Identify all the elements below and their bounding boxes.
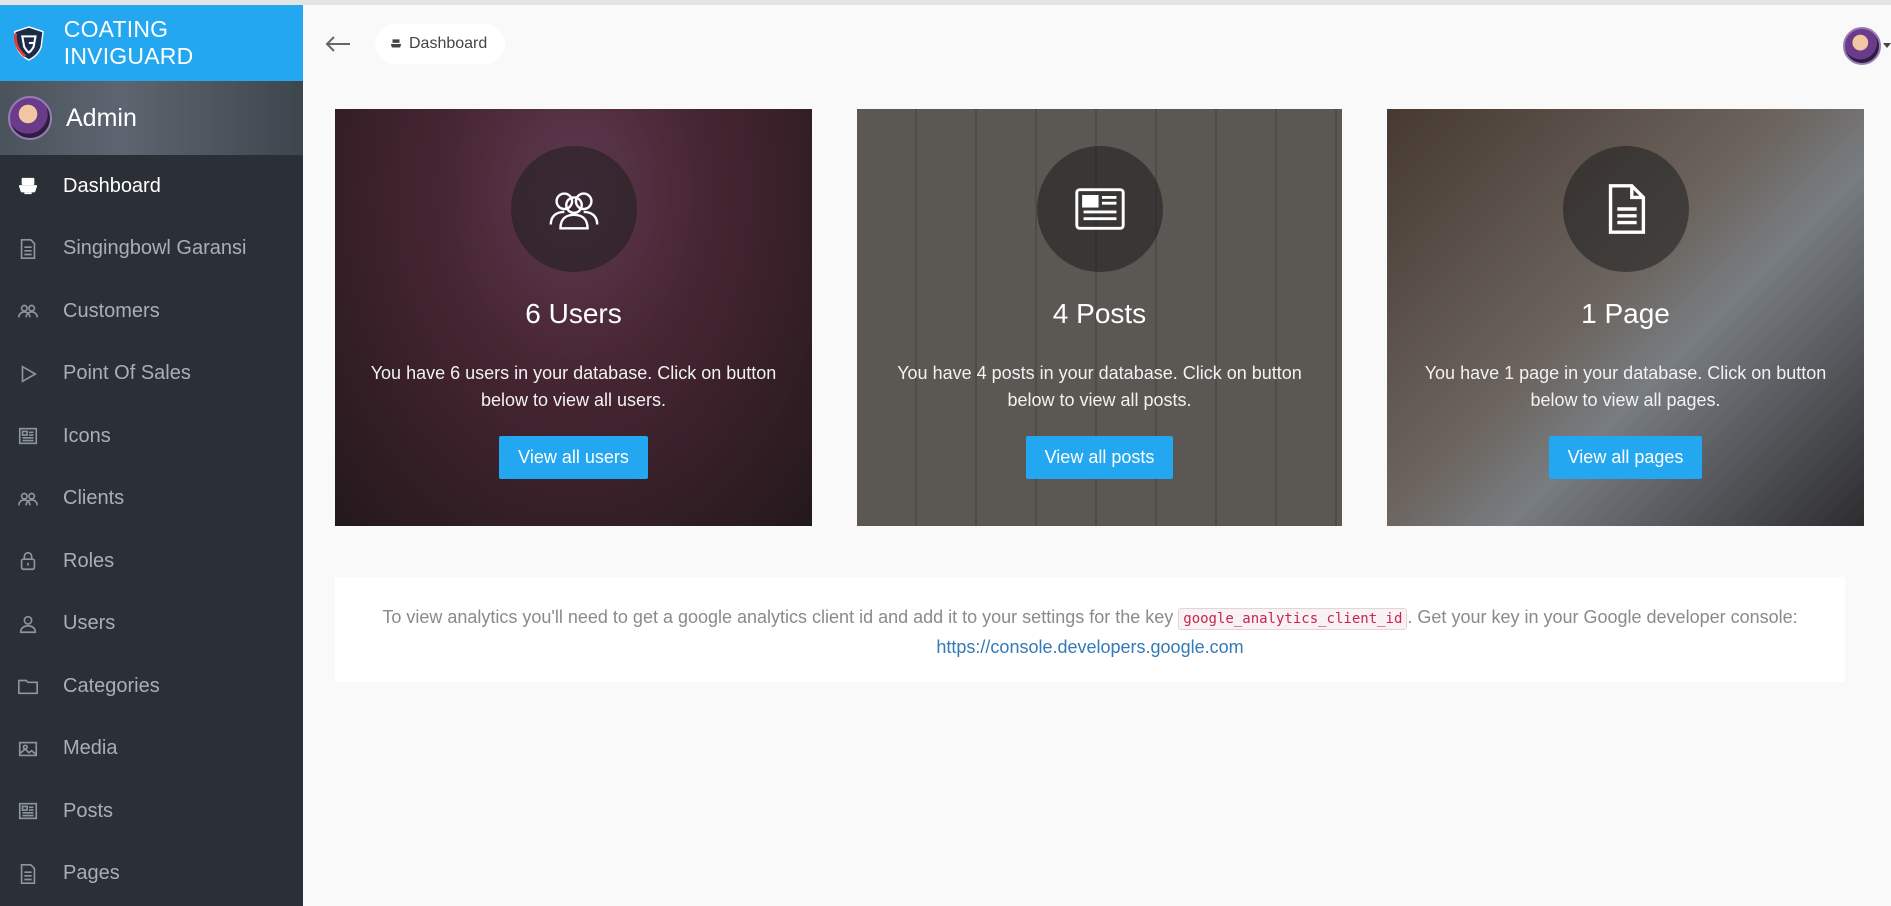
- pages-card: 1 Page You have 1 page in your database.…: [1387, 109, 1864, 526]
- users-card: 6 Users You have 6 users in your databas…: [335, 109, 812, 526]
- sidebar-item-users[interactable]: Users: [0, 593, 303, 656]
- sidebar-item-roles[interactable]: Roles: [0, 530, 303, 593]
- card-title: 4 Posts: [1052, 298, 1147, 329]
- sidebar-item-customers[interactable]: Customers: [0, 280, 303, 343]
- breadcrumb-label: Dashboard: [409, 35, 488, 52]
- card-description: You have 1 page in your database. Click …: [1424, 363, 1827, 410]
- news-icon: [1036, 146, 1163, 272]
- sidebar-item-media[interactable]: Media: [0, 718, 303, 781]
- posts-card: 4 Posts You have 4 posts in your databas…: [857, 109, 1342, 526]
- sidebar-item-pages[interactable]: Pages: [0, 843, 303, 906]
- admin-avatar: [8, 96, 52, 140]
- sidebar-item-categories[interactable]: Categories: [0, 655, 303, 718]
- view-all-posts-button[interactable]: View all posts: [1025, 436, 1174, 479]
- sidebar-item-label: Clients: [63, 487, 125, 510]
- people-icon: [510, 146, 637, 272]
- sidebar-nav: Dashboard Singingbowl Garansi Customers …: [0, 155, 303, 905]
- analytics-key-code: google_analytics_client_id: [1178, 608, 1408, 630]
- sidebar-item-singingbowl-garansi[interactable]: Singingbowl Garansi: [0, 218, 303, 281]
- card-title: 6 Users: [525, 298, 622, 329]
- sidebar-item-label: Icons: [63, 424, 111, 447]
- analytics-text: To view analytics you'll need to get a g…: [382, 607, 1179, 627]
- brand-bar[interactable]: COATING INVIGUARD: [0, 5, 303, 81]
- person-icon: [16, 612, 40, 636]
- play-icon: [16, 362, 40, 386]
- card-title: 1 Page: [1581, 298, 1670, 329]
- sidebar-item-icons[interactable]: Icons: [0, 405, 303, 468]
- analytics-notice: To view analytics you'll need to get a g…: [335, 577, 1845, 682]
- news-icon: [16, 799, 40, 823]
- sidebar-item-label: Posts: [63, 799, 114, 822]
- people-icon: [16, 487, 40, 511]
- sidebar-item-label: Dashboard: [63, 174, 161, 197]
- admin-profile[interactable]: Admin: [0, 81, 303, 155]
- sidebar-item-label: Media: [63, 737, 118, 760]
- sidebar-item-label: Singingbowl Garansi: [63, 237, 247, 260]
- google-console-link[interactable]: https://console.developers.google.com: [936, 637, 1243, 657]
- sidebar-item-clients[interactable]: Clients: [0, 468, 303, 531]
- sidebar: COATING INVIGUARD Admin Dashboard Singin…: [0, 5, 303, 906]
- card-description: You have 4 posts in your database. Click…: [897, 363, 1302, 410]
- boat-icon: [390, 39, 402, 48]
- lock-icon: [16, 549, 40, 573]
- images-icon: [16, 737, 40, 761]
- view-all-users-button[interactable]: View all users: [499, 436, 648, 479]
- document-icon: [1562, 146, 1689, 272]
- view-all-pages-button[interactable]: View all pages: [1548, 436, 1703, 479]
- news-icon: [16, 424, 40, 448]
- sidebar-item-posts[interactable]: Posts: [0, 780, 303, 843]
- brand-name: COATING INVIGUARD: [63, 16, 194, 69]
- folder-icon: [16, 674, 40, 698]
- breadcrumb[interactable]: Dashboard: [375, 24, 506, 64]
- caret-down-icon[interactable]: [1883, 43, 1891, 48]
- arrow-left-icon: [325, 36, 350, 52]
- card-description: You have 6 users in your database. Click…: [370, 363, 777, 410]
- people-icon: [16, 299, 40, 323]
- sidebar-item-label: Users: [63, 612, 116, 635]
- boat-icon: [16, 174, 40, 198]
- user-avatar[interactable]: [1843, 27, 1881, 65]
- sidebar-item-label: Point Of Sales: [63, 362, 191, 385]
- top-header: Dashboard: [303, 5, 1891, 81]
- document-icon: [16, 862, 40, 886]
- sidebar-item-label: Pages: [63, 862, 120, 885]
- analytics-text-after: . Get your key in your Google developer …: [1407, 607, 1798, 627]
- sidebar-item-label: Categories: [63, 674, 160, 697]
- sidebar-item-point-of-sales[interactable]: Point Of Sales: [0, 343, 303, 406]
- document-icon: [16, 237, 40, 261]
- admin-name: Admin: [66, 103, 137, 132]
- sidebar-item-label: Customers: [63, 299, 160, 322]
- sidebar-item-dashboard[interactable]: Dashboard: [0, 155, 303, 218]
- back-button[interactable]: [323, 29, 353, 59]
- sidebar-item-label: Roles: [63, 549, 115, 572]
- shield-logo-icon: [13, 26, 44, 61]
